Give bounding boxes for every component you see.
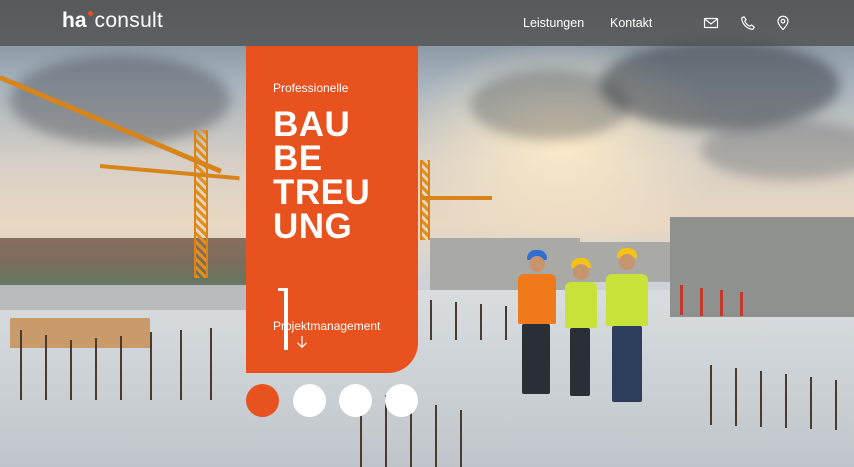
logo-dot	[87, 11, 93, 16]
nav-link-leistungen[interactable]: Leistungen	[523, 16, 584, 30]
logo-light-text: consult	[94, 9, 164, 32]
arrow-down-icon[interactable]	[295, 334, 309, 350]
hero-background-photo	[0, 0, 854, 467]
slider-dot-1[interactable]	[246, 384, 279, 417]
nav-link-kontakt[interactable]: Kontakt	[610, 16, 652, 30]
headline-line: BAU	[273, 105, 351, 144]
slider-dot-3[interactable]	[339, 384, 372, 417]
slider-dot-2[interactable]	[293, 384, 326, 417]
headline-line: BE	[273, 139, 323, 178]
mail-icon[interactable]	[703, 15, 719, 31]
hero-card: Professionelle BAU BE TREU UNG Projektma…	[246, 46, 418, 373]
hero-headline: BAU BE TREU UNG	[273, 105, 371, 246]
headline-line: TREU	[273, 173, 371, 212]
slider-dot-4[interactable]	[385, 384, 418, 417]
site-header: ha consult Leistungen Kontakt	[0, 0, 854, 46]
headline-line: UNG	[273, 207, 353, 246]
location-pin-icon[interactable]	[775, 15, 791, 31]
hero-eyebrow: Professionelle	[273, 81, 349, 95]
phone-icon[interactable]	[740, 15, 756, 31]
site-logo[interactable]: ha consult	[62, 9, 163, 33]
service-link-projektmanagement[interactable]: Projektmanagement	[273, 319, 380, 333]
logo-bold-text: ha	[62, 9, 87, 32]
